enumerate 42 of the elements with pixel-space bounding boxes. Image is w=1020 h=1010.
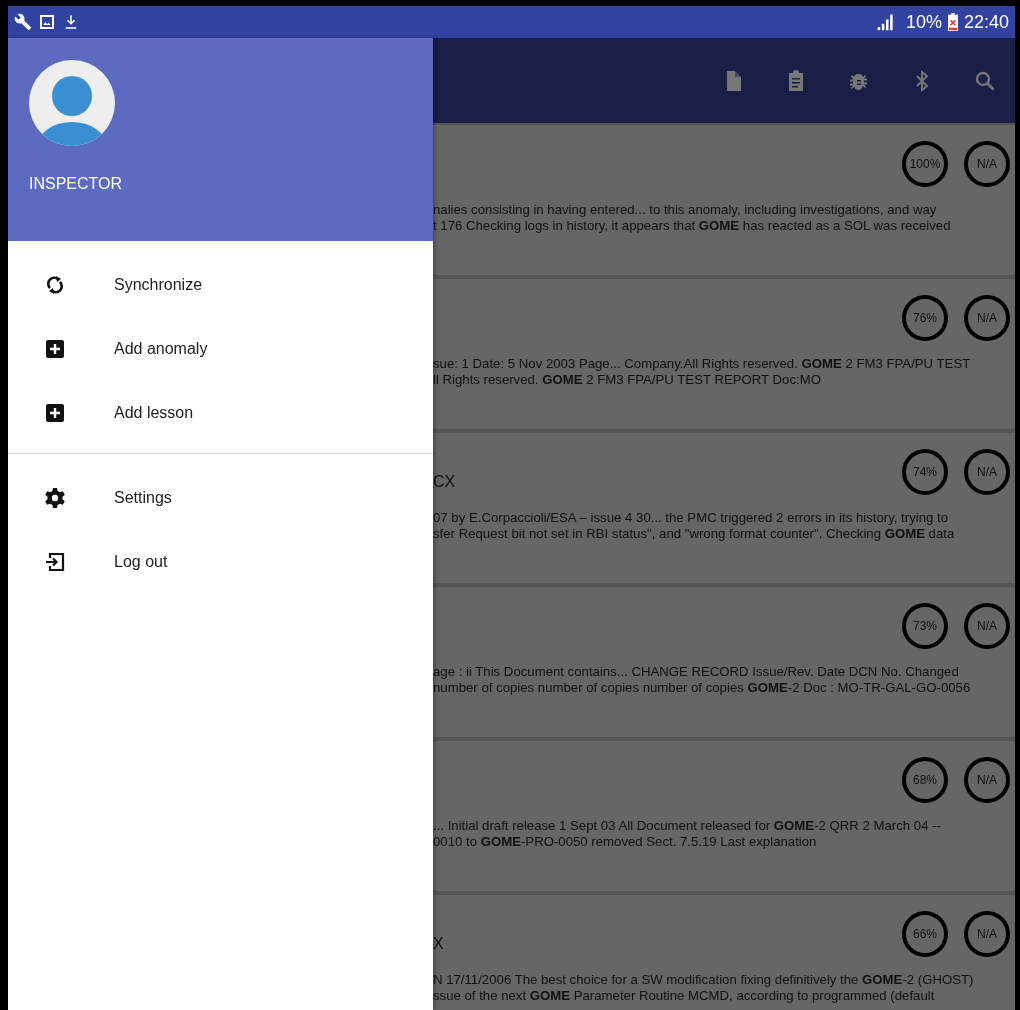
snippet-text: age : ii This Document contains... CHANGE RECORD Issue/Rev. Date DCN No. Changed number of copies number of copies number of copies GOME-2 Doc : MO-TR-GAL-GO-0056 [433, 664, 972, 696]
score-badge: 68% [902, 757, 948, 803]
rating-badge: N/A [964, 757, 1010, 803]
snippet-text: nalies consisting in having entered... to this anomaly, including investigations, and way t 176 Checking logs in history, it appears that GOME has reacted as a SOL was received [433, 202, 952, 234]
score-badge: 66% [902, 911, 948, 957]
menu-item[interactable]: Settings [8, 466, 433, 530]
rating-badge: N/A [964, 911, 1010, 957]
menu-item[interactable]: Log out [8, 530, 433, 594]
gear-icon [43, 486, 67, 510]
snippet-text: 07 by E.Corpaccioli/ESA – issue 4 30... the PMC triggered 2 errors in its history, trying to sfer Request bit not set in RBI status", and "wrong format counter". Checking GOME data [433, 510, 956, 542]
wrench-icon [14, 13, 32, 31]
rating-badge: N/A [964, 295, 1010, 341]
rating-badge: N/A [964, 141, 1010, 187]
menu-item[interactable]: Add anomaly [8, 317, 433, 381]
user-name: INSPECTOR [29, 175, 124, 193]
plus-square-icon [43, 401, 67, 425]
result-card[interactable]: 68% N/A ... Initial draft release 1 Sept 03 All Document released for GOME-2 QRR 2 March 04 -- 0010 to GOME-PRO-0050 removed Sect. 7.5.19 Last explanation [433, 741, 1015, 891]
score-badge: 74% [902, 449, 948, 495]
score-badge: 100% [902, 141, 948, 187]
result-card[interactable]: 73% N/A age : ii This Document contains... CHANGE RECORD Issue/Rev. Date DCN No. Changed number of copies number of copies number of copies GOME-2 Doc : MO-TR-GAL-GO-0056 [433, 587, 1015, 737]
result-card[interactable]: 100% N/A nalies consisting in having entered... to this anomaly, including investigations, and way t 176 Checking logs in history, it appears that GOME has reacted as a SOL was received [433, 125, 1015, 275]
score-badge: 73% [902, 603, 948, 649]
battery-level: 10% [905, 11, 942, 33]
result-card[interactable]: 76% N/A sue: 1 Date: 5 Nov 2003 Page... Company.All Rights reserved. GOME 2 FM3 FPA/PU TEST ll Rights reserved. GOME 2 FM3 FPA/PU TEST REPORT Doc:MO [433, 279, 1015, 429]
snippet-text: sue: 1 Date: 5 Nov 2003 Page... Company.All Rights reserved. GOME 2 FM3 FPA/PU TEST ll Rights reserved. GOME 2 FM3 FPA/PU TEST REPORT Doc:MO [433, 356, 972, 388]
card-title: CX [433, 472, 457, 491]
snippet-text: ... Initial draft release 1 Sept 03 All Document released for GOME-2 QRR 2 March 04 -- 0010 to GOME-PRO-0050 removed Sect. 7.5.19 Last explanation [433, 818, 942, 850]
signal-icon [875, 12, 896, 32]
score-badge: 76% [902, 295, 948, 341]
menu-item[interactable]: Add lesson [8, 381, 433, 445]
menu-item[interactable]: Synchronize [8, 253, 433, 317]
battery-icon [947, 13, 958, 31]
rating-badge: N/A [964, 449, 1010, 495]
exit-icon [43, 550, 67, 574]
result-card[interactable]: X 66% N/A N 17/11/2006 The best choice for a SW modification fixing definitively the GOME-2 (GHOST) ssue of the next GOME Parameter Routine MCMD, according to programmed (default [433, 895, 1015, 1010]
result-card[interactable]: CX 74% N/A 07 by E.Corpaccioli/ESA – issue 4 30... the PMC triggered 2 errors in its history, trying to sfer Request bit not set in RBI status", and "wrong format counter". Checking GOME data [433, 433, 1015, 583]
snippet-text: N 17/11/2006 The best choice for a SW modification fixing definitively the GOME-2 (GHOST) ssue of the next GOME Parameter Routine MCMD, according to programmed (default [433, 972, 975, 1004]
clock: 22:40 [963, 11, 1009, 33]
image-icon [38, 13, 56, 31]
card-title: X [433, 934, 445, 953]
plus-square-icon [43, 337, 67, 361]
rating-badge: N/A [964, 603, 1010, 649]
